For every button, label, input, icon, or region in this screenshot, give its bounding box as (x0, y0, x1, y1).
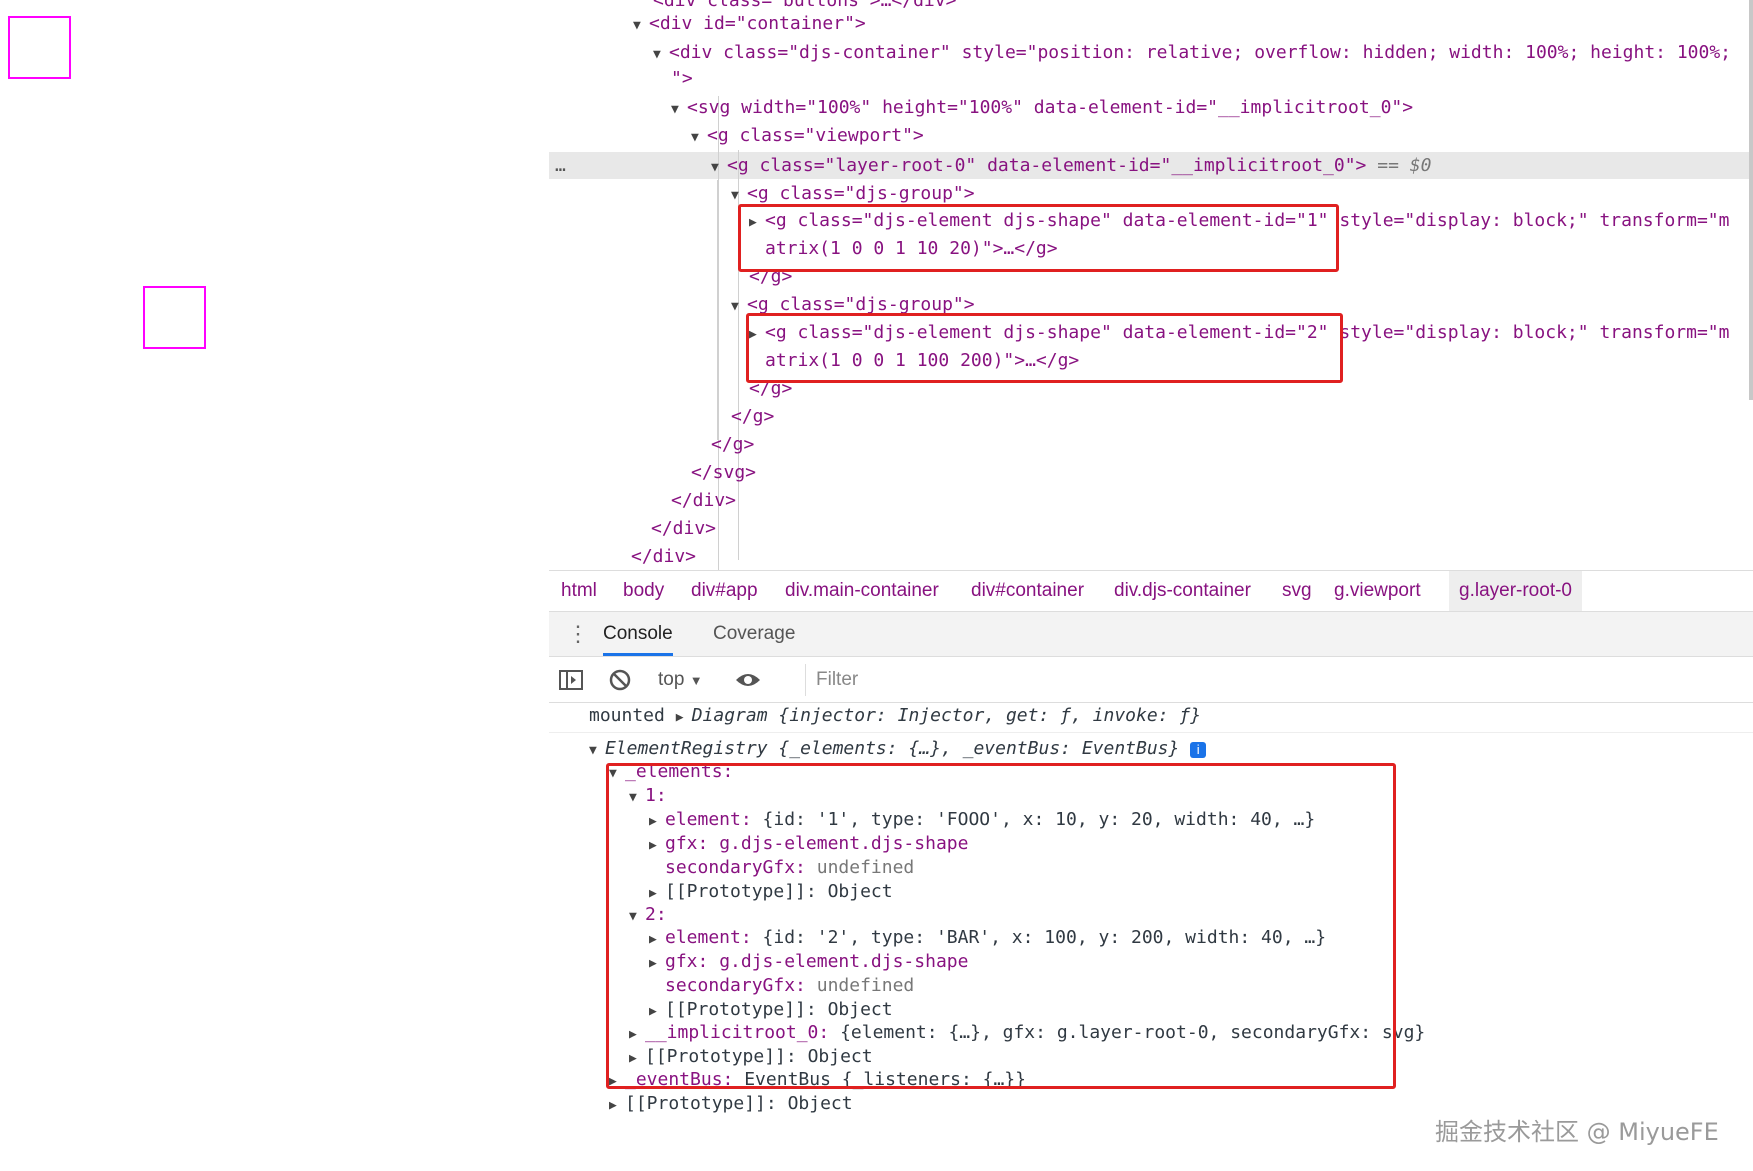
node-text: <g class="djs-group"> (747, 294, 975, 315)
collapse-arrow-icon[interactable]: ▼ (589, 738, 605, 764)
sidebar-toggle-icon[interactable] (559, 658, 583, 702)
diagram-shape-1[interactable] (8, 16, 71, 79)
tree-node-djs-container[interactable]: ▼ <div class="djs-container" style="posit… (653, 40, 1731, 66)
devtools-panel: <div class="buttons">…</div> ▼ <div id="c… (549, 0, 1753, 1171)
collapse-arrow-icon[interactable]: ▼ (633, 13, 649, 39)
node-text: "> (671, 68, 693, 89)
node-text: </g> (711, 434, 755, 455)
node-text: <div class="djs-container" style="positi… (669, 42, 1732, 63)
info-icon[interactable]: i (1190, 742, 1207, 758)
node-text: <g class="layer-root-0" data-element-id=… (727, 155, 1367, 176)
prop-prototype[interactable]: ▶ [[Prototype]]: Object (609, 1091, 853, 1117)
context-select[interactable]: top ▼ (658, 658, 703, 702)
collapse-arrow-icon[interactable]: ▼ (711, 155, 727, 181)
breadcrumb-item[interactable]: div#container (971, 571, 1084, 611)
highlight-box-shape-2 (746, 313, 1343, 383)
watermark: 掘金技术社区 @ MiyueFE (1435, 1118, 1719, 1146)
console-toolbar: top ▼ Filter (549, 658, 1753, 703)
elements-tree: <div class="buttons">…</div> ▼ <div id="c… (549, 0, 1753, 570)
console-output: mounted ▶ Diagram {injector: Injector, ge… (549, 703, 1753, 1171)
node-text: <div id="container"> (649, 13, 866, 34)
tree-node-close: </div> (671, 488, 736, 514)
elements-scrollbar[interactable] (1749, 0, 1753, 400)
tree-node-container[interactable]: ▼ <div id="container"> (633, 11, 866, 37)
indent-guide (717, 180, 718, 440)
tree-node-close: </g> (731, 404, 774, 430)
node-actions-dots[interactable]: … (555, 153, 566, 179)
log-line-mounted[interactable]: mounted ▶ Diagram {injector: Injector, ge… (589, 703, 1201, 729)
expand-arrow-icon[interactable]: ▶ (676, 705, 692, 731)
context-label: top (658, 669, 685, 690)
tree-node-djs-container-end: "> (671, 66, 693, 92)
collapse-arrow-icon[interactable]: ▼ (731, 294, 747, 320)
breadcrumb-item[interactable]: div.djs-container (1114, 571, 1251, 611)
prop-value: Object (787, 1093, 853, 1114)
tree-node-viewport[interactable]: ▼ <g class="viewport"> (691, 123, 924, 149)
tab-coverage[interactable]: Coverage (713, 612, 795, 656)
collapse-arrow-icon[interactable]: ▼ (653, 42, 669, 68)
breadcrumb-item[interactable]: svg (1282, 571, 1312, 611)
breadcrumb: html body div#app div.main-container div… (549, 570, 1753, 612)
selected-node-ref: == $0 (1377, 155, 1432, 176)
node-text: <g class="djs-group"> (747, 183, 975, 204)
node-text: <div class="buttons">…</div> (653, 0, 957, 11)
expand-arrow-icon[interactable]: ▶ (609, 1093, 625, 1119)
node-text: </g> (731, 406, 775, 427)
tree-node-layer-root[interactable]: ▼ <g class="layer-root-0" data-element-id… (711, 153, 1431, 179)
tab-console[interactable]: Console (603, 612, 673, 656)
dots-label: … (555, 155, 566, 176)
collapse-arrow-icon[interactable]: ▼ (691, 125, 707, 151)
log-object: ElementRegistry {_elements: {…}, _eventB… (605, 738, 1180, 759)
node-text: </div> (651, 518, 717, 539)
tree-node-close: </g> (711, 432, 754, 458)
breadcrumb-item-active[interactable]: g.layer-root-0 (1449, 571, 1582, 611)
tree-node-close: </svg> (691, 460, 756, 486)
tree-node-close: </div> (631, 544, 696, 570)
filter-input[interactable]: Filter (805, 664, 1753, 696)
node-text: </div> (671, 490, 737, 511)
live-expression-eye-icon[interactable] (735, 658, 761, 702)
breadcrumb-item[interactable]: html (561, 571, 597, 611)
node-text: <g class="viewport"> (707, 125, 924, 146)
diagram-shape-2[interactable] (143, 286, 206, 349)
clear-console-icon[interactable] (609, 658, 631, 702)
drawer-menu-icon[interactable]: ⋮ (567, 612, 589, 656)
breadcrumb-item[interactable]: body (623, 571, 664, 611)
highlight-box-shape-1 (738, 204, 1339, 272)
node-text: <svg width="100%" height="100%" data-ele… (687, 97, 1414, 118)
tree-node-svg[interactable]: ▼ <svg width="100%" height="100%" data-el… (671, 95, 1413, 121)
log-text: mounted (589, 705, 665, 726)
tree-node-close: </div> (651, 516, 716, 542)
prop-key: [[Prototype]]: (625, 1093, 777, 1114)
drawer-tabbar: ⋮ Console Coverage (549, 612, 1753, 657)
log-object: Diagram {injector: Injector, get: ƒ, inv… (691, 705, 1202, 726)
log-separator (549, 732, 1753, 733)
breadcrumb-item[interactable]: div#app (691, 571, 758, 611)
diagram-canvas[interactable] (0, 0, 548, 1171)
collapse-arrow-icon[interactable]: ▼ (671, 97, 687, 123)
highlight-box-elements (606, 763, 1396, 1089)
breadcrumb-item[interactable]: g.viewport (1334, 571, 1421, 611)
node-text: </svg> (691, 462, 757, 483)
node-text: </div> (631, 546, 697, 567)
breadcrumb-item[interactable]: div.main-container (785, 571, 939, 611)
dropdown-arrow-icon: ▼ (689, 673, 703, 688)
